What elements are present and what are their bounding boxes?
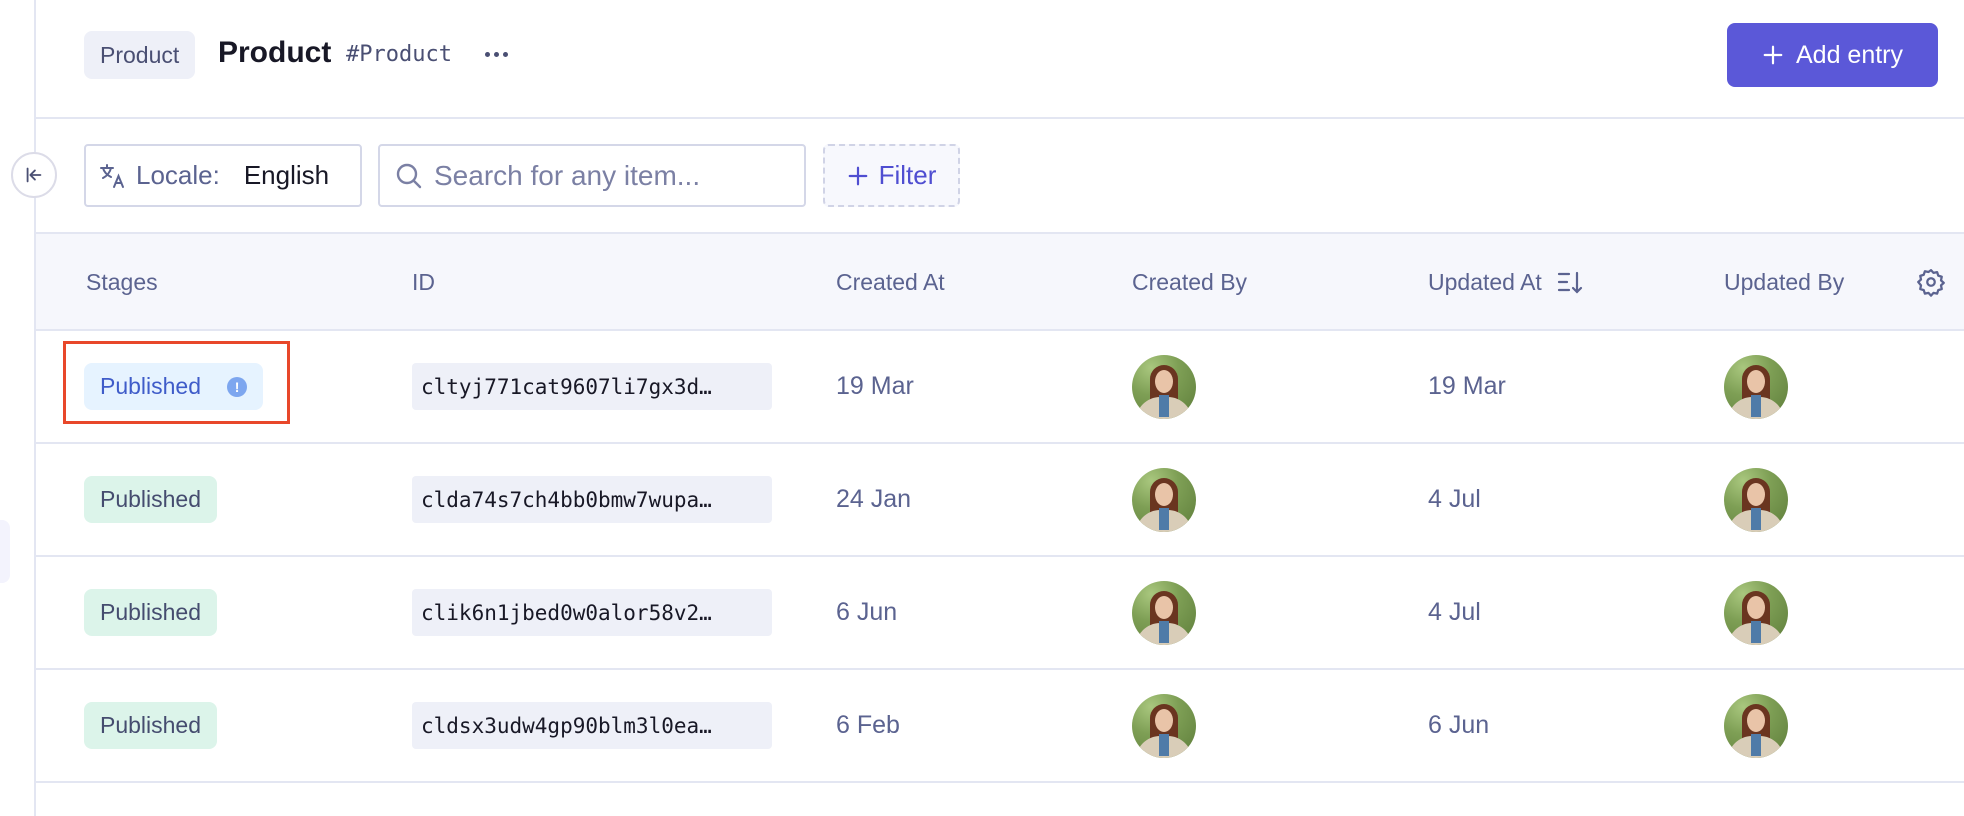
api-id: #Product [346,42,452,67]
avatar [1724,694,1788,758]
entry-id: clik6n1jbed0w0alor58v2… [412,589,772,636]
created-at: 24 Jan [836,485,911,514]
filter-label: Filter [879,160,937,191]
table-row[interactable]: Published clda74s7ch4bb0bmw7wupa… 24 Jan… [36,444,1964,557]
more-horizontal-icon [485,52,490,57]
stage-cell: Published [84,670,217,781]
created-at-cell: 6 Jun [836,557,897,668]
avatar [1132,355,1196,419]
page-title: Product [218,36,331,70]
table-row[interactable]: Published ! cltyj771cat9607li7gx3d… 19 M… [36,331,1964,444]
id-cell: clik6n1jbed0w0alor58v2… [412,557,772,668]
created-at: 6 Feb [836,711,900,740]
updated-by-cell [1724,331,1788,442]
updated-at-cell: 6 Jun [1428,670,1489,781]
column-header-created-by[interactable]: Created By [1132,234,1247,331]
sort-descending-icon[interactable] [1556,269,1584,297]
column-header-updated-at[interactable]: Updated At [1428,234,1584,331]
table-row[interactable]: Published clik6n1jbed0w0alor58v2… 6 Jun … [36,557,1964,670]
created-by-cell [1132,331,1196,442]
avatar [1724,581,1788,645]
stage-label: Published [100,373,201,400]
updated-by-cell [1724,444,1788,555]
column-label: ID [412,269,435,296]
stage-badge[interactable]: Published [84,589,217,636]
column-label: Updated At [1428,269,1542,296]
stage-badge[interactable]: Published ! [84,363,263,410]
avatar [1724,468,1788,532]
more-options-button[interactable] [480,40,512,68]
table-row[interactable]: Published cldsx3udw4gp90blm3l0ea… 6 Feb … [36,670,1964,783]
search-icon [394,161,424,191]
updated-at: 4 Jul [1428,485,1481,514]
id-cell: cltyj771cat9607li7gx3d… [412,331,772,442]
created-by-cell [1132,557,1196,668]
dot [494,52,499,57]
id-cell: clda74s7ch4bb0bmw7wupa… [412,444,772,555]
updated-at-cell: 4 Jul [1428,557,1481,668]
created-at-cell: 19 Mar [836,331,914,442]
plus-icon [847,165,869,187]
column-header-stages[interactable]: Stages [86,234,158,331]
avatar [1132,694,1196,758]
locale-label: Locale: [136,160,220,191]
collapse-sidebar-icon [23,164,45,186]
stage-badge[interactable]: Published [84,476,217,523]
stage-label: Published [100,599,201,626]
plus-icon [1762,44,1784,66]
gear-icon[interactable] [1916,267,1946,297]
info-circle-icon: ! [227,377,247,397]
entry-id: clda74s7ch4bb0bmw7wupa… [412,476,772,523]
stage-cell: Published [84,557,217,668]
updated-at-cell: 19 Mar [1428,331,1506,442]
filter-button[interactable]: Filter [823,144,960,207]
avatar [1132,581,1196,645]
updated-at: 4 Jul [1428,598,1481,627]
created-by-cell [1132,444,1196,555]
stage-badge[interactable]: Published [84,702,217,749]
column-label: Created At [836,269,945,296]
entry-id: cldsx3udw4gp90blm3l0ea… [412,702,772,749]
locale-selector[interactable]: Locale: English [84,144,362,207]
stage-label: Published [100,712,201,739]
stage-cell: Published [84,444,217,555]
created-at: 6 Jun [836,598,897,627]
column-label: Updated By [1724,269,1844,296]
updated-by-cell [1724,670,1788,781]
sidebar-item-partial[interactable] [0,520,10,583]
updated-at-cell: 4 Jul [1428,444,1481,555]
page-header: Product Product #Product Add entry [36,0,1964,119]
content-type-tag: Product [84,31,195,79]
created-at-cell: 24 Jan [836,444,911,555]
entry-id: cltyj771cat9607li7gx3d… [412,363,772,410]
locale-value: English [244,160,329,191]
column-header-id[interactable]: ID [412,234,435,331]
collapse-sidebar-button[interactable] [11,152,57,198]
add-entry-button[interactable]: Add entry [1727,23,1938,87]
updated-at: 6 Jun [1428,711,1489,740]
created-at-cell: 6 Feb [836,670,900,781]
column-header-created-at[interactable]: Created At [836,234,945,331]
column-label: Stages [86,269,158,296]
created-by-cell [1132,670,1196,781]
avatar [1132,468,1196,532]
created-at: 19 Mar [836,372,914,401]
column-label: Created By [1132,269,1247,296]
table-header: Stages ID Created At Created By Updated … [36,232,1964,331]
entries-table: Stages ID Created At Created By Updated … [36,232,1964,783]
translate-icon [98,161,128,191]
stage-cell: Published ! [84,331,263,442]
add-entry-label: Add entry [1796,41,1903,70]
avatar [1724,355,1788,419]
updated-by-cell [1724,557,1788,668]
updated-at: 19 Mar [1428,372,1506,401]
column-header-updated-by[interactable]: Updated By [1724,234,1844,331]
search-input[interactable] [434,160,794,192]
dot [503,52,508,57]
id-cell: cldsx3udw4gp90blm3l0ea… [412,670,772,781]
search-box[interactable] [378,144,806,207]
stage-label: Published [100,486,201,513]
